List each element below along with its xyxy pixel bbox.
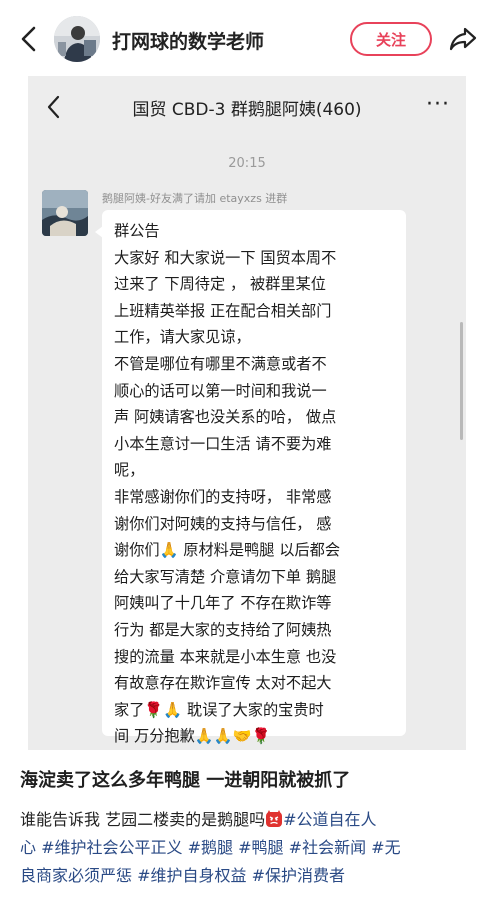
message-line: 小本生意讨一口生活 请不要为难 bbox=[114, 434, 332, 453]
message-line: 不管是哪位有哪里不满意或者不 bbox=[114, 354, 327, 373]
more-dots-icon: ··· bbox=[426, 92, 450, 117]
author-avatar-image bbox=[54, 16, 100, 62]
message-line: 有故意存在欺诈宣传 太对不起大 bbox=[114, 674, 332, 693]
message-line: 顺心的话可以第一时间和我说一 bbox=[114, 381, 327, 400]
angry-devil-emoji-icon bbox=[266, 810, 283, 827]
message-line: 群公告 bbox=[114, 222, 160, 240]
sender-avatar bbox=[42, 190, 88, 236]
follow-button[interactable]: 关注 bbox=[350, 22, 432, 56]
message-line: 谢你们对阿姨的支持与信任， 感 bbox=[114, 514, 332, 533]
message-line: 间 万分抱歉🙏🙏🤝🌹 bbox=[114, 727, 271, 746]
post-line-2: 心 #维护社会公平正义 #鹅腿 #鸭腿 #社会新闻 #无 bbox=[20, 834, 484, 862]
share-button[interactable] bbox=[446, 22, 480, 56]
hashtag-link[interactable]: #无 bbox=[371, 838, 400, 857]
post-header: 打网球的数学老师 关注 bbox=[0, 0, 500, 76]
post-text: 谁能告诉我 艺园二楼卖的是鹅腿吗 bbox=[20, 810, 266, 829]
message-line: 上班精英举报 正在配合相关部门 bbox=[114, 301, 332, 320]
message-line: 家了🌹🙏 耽误了大家的宝贵时 bbox=[114, 700, 324, 719]
author-avatar[interactable] bbox=[54, 16, 100, 62]
hashtag-link[interactable]: #鸭腿 bbox=[238, 838, 283, 857]
hashtag-link[interactable]: #鹅腿 bbox=[188, 838, 233, 857]
hashtag-link[interactable]: #社会新闻 bbox=[289, 838, 366, 857]
back-arrow-icon bbox=[21, 26, 36, 52]
share-icon bbox=[449, 27, 477, 51]
post-title: 海淀卖了这么多年鸭腿 一进朝阳就被抓了 bbox=[20, 770, 351, 791]
message-line: 呢， bbox=[114, 461, 145, 480]
message-line: 行为 都是大家的支持给了阿姨热 bbox=[114, 620, 332, 639]
chat-header: 国贸 CBD-3 群鹅腿阿姨(460) ··· bbox=[28, 76, 466, 140]
message-line: 阿姨叫了十几年了 不存在欺诈等 bbox=[114, 594, 332, 613]
hashtag-link[interactable]: #维护社会公平正义 bbox=[41, 838, 182, 857]
hashtag-link[interactable]: #公道自在人 bbox=[283, 810, 376, 829]
sender-avatar-image bbox=[42, 190, 88, 236]
hashtag-link[interactable]: 心 bbox=[20, 838, 36, 857]
hashtag-link[interactable]: #维护自身权益 bbox=[137, 866, 246, 885]
message-line: 搜的流量 本来就是小本生意 也没 bbox=[114, 647, 337, 666]
hashtag-link[interactable]: 良商家必须严惩 bbox=[20, 866, 132, 885]
author-name[interactable]: 打网球的数学老师 bbox=[112, 27, 264, 54]
sender-name: 鹅腿阿姨-好友满了请加 etayxzs 进群 bbox=[102, 192, 288, 205]
chat-scrollbar[interactable] bbox=[460, 322, 463, 440]
announcement-message-bubble: 群公告 大家好 和大家说一下 国贸本周不 过来了 下周待定 ， 被群里某位 上班… bbox=[95, 210, 406, 745]
message-timestamp: 20:15 bbox=[228, 156, 266, 171]
message-line: 非常感谢你们的支持呀， 非常感 bbox=[114, 487, 332, 506]
message-line: 大家好 和大家说一下 国贸本周不 bbox=[114, 248, 337, 267]
message-line: 声 阿姨请客也没关系的哈， 做点 bbox=[114, 408, 337, 427]
message-line: 谢你们🙏 原材料是鸭腿 以后都会 bbox=[114, 541, 341, 560]
post-line-3: 良商家必须严惩 #维护自身权益 #保护消费者 bbox=[20, 862, 484, 890]
hashtag-link[interactable]: #保护消费者 bbox=[252, 866, 345, 885]
chat-group-title: 国贸 CBD-3 群鹅腿阿姨(460) bbox=[132, 100, 362, 120]
post-body: 谁能告诉我 艺园二楼卖的是鹅腿吗 #公道自在人 心 #维护社会公平正义 #鹅腿 #… bbox=[20, 806, 484, 890]
message-line: 过来了 下周待定 ， 被群里某位 bbox=[114, 275, 326, 294]
message-line: 工作，请大家见谅， bbox=[114, 328, 251, 347]
message-line: 给大家写清楚 介意请勿下单 鹅腿 bbox=[114, 567, 337, 586]
chat-screenshot-image[interactable]: 国贸 CBD-3 群鹅腿阿姨(460) ··· 20:15 鹅腿阿姨-好友满了请… bbox=[28, 76, 466, 750]
back-button[interactable] bbox=[14, 22, 44, 56]
post-line-1: 谁能告诉我 艺园二楼卖的是鹅腿吗 #公道自在人 bbox=[20, 806, 484, 834]
